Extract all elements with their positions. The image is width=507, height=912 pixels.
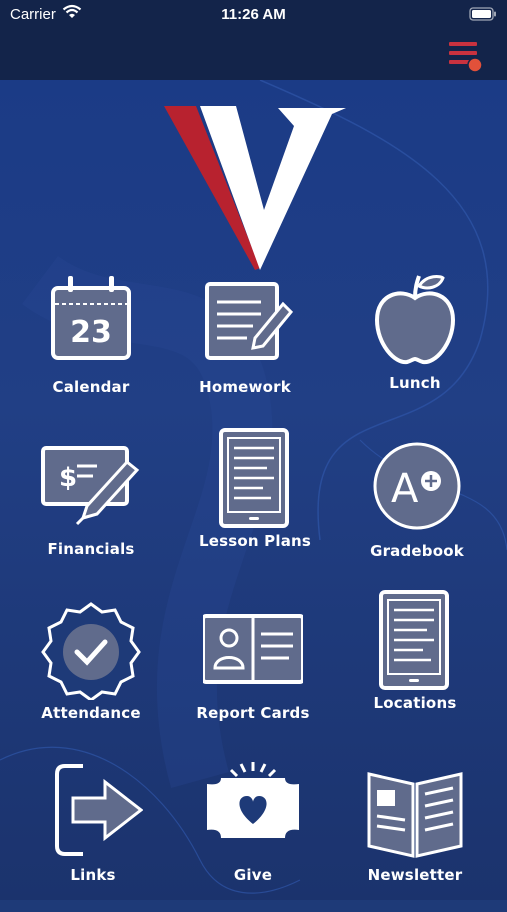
calendar-day: 23 [70, 315, 112, 350]
check-icon: $ [41, 446, 140, 526]
report-card-icon [203, 614, 303, 684]
grade-icon: A [373, 442, 461, 530]
apple-icon [374, 274, 456, 365]
tile-label: Report Cards [196, 704, 310, 722]
tile-links[interactable]: Links [18, 762, 168, 912]
tile-label: Calendar [52, 378, 130, 396]
tile-label: Lesson Plans [198, 532, 312, 550]
tile-lesson-plans[interactable]: Lesson Plans [180, 428, 330, 578]
homework-icon [205, 282, 294, 360]
tile-financials[interactable]: $ Financials [16, 436, 166, 586]
tile-label: Financials [47, 540, 135, 558]
tablet-icon [219, 428, 289, 528]
calendar-icon: 23 [51, 276, 131, 360]
tile-attendance[interactable]: Attendance [16, 600, 166, 750]
give-heart-icon [207, 762, 299, 838]
link-arrow-icon [55, 764, 143, 856]
v-logo-icon [164, 106, 346, 270]
notification-dot [467, 57, 483, 73]
tile-label: Lunch [389, 374, 441, 392]
clock: 11:26 AM [221, 6, 286, 23]
tile-label: Homework [199, 378, 291, 396]
tablet-list-icon [379, 590, 449, 690]
nav-bar [0, 30, 507, 80]
battery-icon [469, 7, 496, 21]
badge-check-icon [41, 602, 141, 700]
tile-label: Gradebook [370, 542, 464, 560]
tile-homework[interactable]: Homework [170, 274, 320, 424]
tile-report-cards[interactable]: Report Cards [178, 600, 328, 750]
tile-label: Links [70, 866, 116, 884]
tile-lunch[interactable]: Lunch [340, 270, 490, 420]
tile-label: Locations [373, 694, 457, 712]
svg-text:$: $ [59, 463, 77, 493]
tile-locations[interactable]: Locations [340, 590, 490, 740]
status-bar: Carrier 11:26 AM [0, 0, 507, 30]
tile-label: Give [233, 866, 273, 884]
tile-newsletter[interactable]: Newsletter [340, 762, 490, 912]
tile-give[interactable]: Give [178, 762, 328, 912]
tile-calendar[interactable]: 23 Calendar [16, 274, 166, 424]
newsletter-icon [367, 772, 463, 858]
tile-gradebook[interactable]: A Gradebook [342, 438, 492, 588]
tile-label: Newsletter [367, 866, 463, 884]
tile-label: Attendance [41, 704, 141, 722]
grade-letter: A [391, 466, 419, 512]
hamburger-menu-icon[interactable] [447, 38, 483, 74]
